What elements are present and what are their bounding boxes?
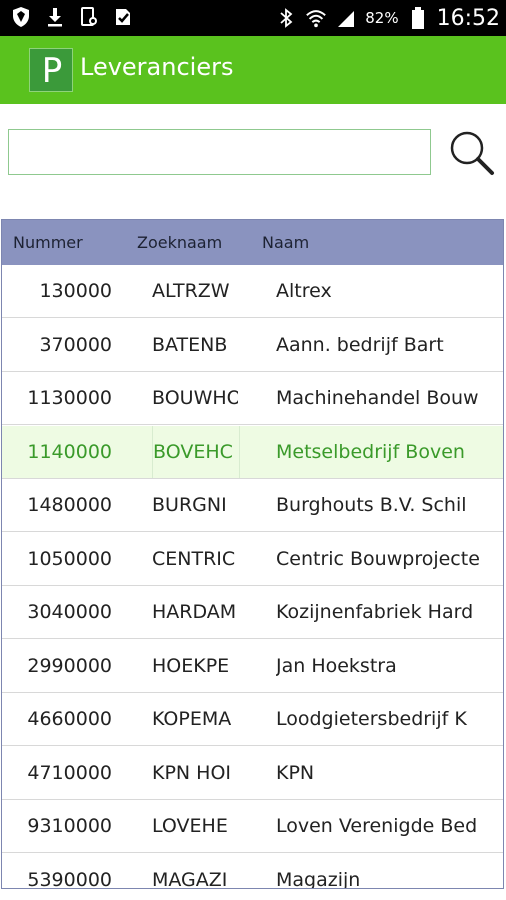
search-button[interactable] — [446, 127, 496, 177]
cell-nummer: 1480000 — [27, 494, 112, 516]
table-row[interactable]: 3040000 HARDAM Kozijnenfabriek Hard — [2, 586, 503, 639]
cell-nummer: 130000 — [39, 280, 112, 302]
logo-letter: P — [41, 51, 63, 91]
bluetooth-icon — [275, 6, 297, 30]
cell-nummer: 1050000 — [27, 547, 112, 570]
cell-naam: Kozijnenfabriek Hard — [276, 601, 474, 623]
cell-zoeknaam: BOUWHO — [152, 387, 238, 409]
status-bar-system: 82% 16:52 — [275, 0, 500, 36]
table-row[interactable]: 9310000 LOVEHE Loven Verenigde Bed — [2, 800, 503, 853]
clock: 16:52 — [436, 5, 500, 31]
table-header: Nummer Zoeknaam Naam — [2, 220, 503, 265]
cell-nummer: 9310000 — [27, 815, 112, 837]
table-row[interactable]: 1050000 CENTRIC Centric Bouwprojecte — [2, 532, 503, 586]
search-icon — [446, 131, 496, 181]
cell-nummer: 4660000 — [27, 708, 112, 730]
signal-icon — [335, 6, 357, 30]
battery-percentage: 82% — [365, 9, 399, 27]
table-row[interactable]: 4710000 KPN HOI KPN — [2, 746, 503, 800]
status-bar: 82% 16:52 — [0, 0, 506, 36]
column-header-naam[interactable]: Naam — [262, 220, 309, 265]
cell-zoeknaam: HARDAM — [152, 601, 237, 623]
cell-naam: Machinehandel Bouw — [276, 387, 479, 409]
table-row[interactable]: 1480000 BURGNI Burghouts B.V. Schil — [2, 479, 503, 532]
cell-zoeknaam: ALTRZW — [152, 280, 230, 302]
cell-naam: Jan Hoekstra — [276, 654, 397, 677]
cell-zoeknaam: KPN HOI — [152, 761, 232, 784]
cell-naam: Altrex — [276, 280, 332, 302]
cell-zoeknaam: BURGNI — [152, 494, 227, 516]
search-input[interactable] — [8, 129, 431, 175]
table-row[interactable]: 4660000 KOPEMA Loodgietersbedrijf K — [2, 693, 503, 746]
cell-naam: Aann. bedrijf Bart — [276, 333, 444, 356]
checklist-icon — [112, 5, 134, 29]
table-row[interactable]: 5390000 MAGAZI Magazijn — [2, 853, 503, 889]
download-icon — [44, 5, 66, 29]
column-header-zoeknaam[interactable]: Zoeknaam — [137, 220, 222, 265]
cell-nummer: 1140000 — [27, 440, 112, 463]
table-row[interactable]: 370000 BATENB Aann. bedrijf Bart — [2, 318, 503, 372]
cell-naam: Centric Bouwprojecte — [276, 547, 480, 570]
cell-nummer: 370000 — [39, 333, 112, 356]
cell-nummer: 4710000 — [27, 761, 112, 784]
cell-zoeknaam: HOEKPE — [152, 654, 230, 677]
screen-record-icon — [78, 5, 100, 29]
cell-nummer: 5390000 — [27, 868, 112, 889]
table-row[interactable]: 2990000 HOEKPE Jan Hoekstra — [2, 639, 503, 693]
cell-naam: Metselbedrijf Boven — [276, 440, 465, 463]
cell-naam: Loodgietersbedrijf K — [276, 708, 467, 730]
cell-zoeknaam: KOPEMA — [152, 708, 232, 730]
cell-zoeknaam: CENTRIC — [152, 547, 236, 570]
cell-zoeknaam: LOVEHE — [152, 815, 228, 837]
cell-naam: KPN — [276, 761, 315, 784]
cell-zoeknaam: MAGAZI — [152, 868, 228, 889]
cell-naam: Burghouts B.V. Schil — [276, 494, 467, 516]
app-logo-icon[interactable]: P — [29, 48, 73, 92]
wifi-icon — [305, 6, 327, 30]
cell-zoeknaam: BOVEHC — [152, 425, 240, 478]
suppliers-table: Nummer Zoeknaam Naam 130000 ALTRZW Altrex 3… — [1, 219, 504, 889]
table-row[interactable]: 1130000 BOUWHO Machinehandel Bouw — [2, 372, 503, 425]
status-bar-notifications — [10, 5, 134, 29]
table-row[interactable]: 130000 ALTRZW Altrex — [2, 265, 503, 318]
table-row[interactable]: 1140000 BOVEHC Metselbedrijf Boven — [2, 425, 503, 479]
cell-naam: Magazijn — [276, 868, 361, 889]
cell-nummer: 1130000 — [27, 387, 112, 409]
cell-naam: Loven Verenigde Bed — [276, 815, 478, 837]
shield-icon — [10, 5, 32, 29]
column-header-nummer[interactable]: Nummer — [13, 220, 83, 265]
page-title: Leveranciers — [80, 53, 234, 81]
cell-nummer: 3040000 — [27, 601, 112, 623]
battery-icon — [407, 6, 429, 30]
app-bar: P Leveranciers — [0, 36, 506, 104]
cell-nummer: 2990000 — [27, 654, 112, 677]
cell-zoeknaam: BATENB — [152, 333, 228, 356]
